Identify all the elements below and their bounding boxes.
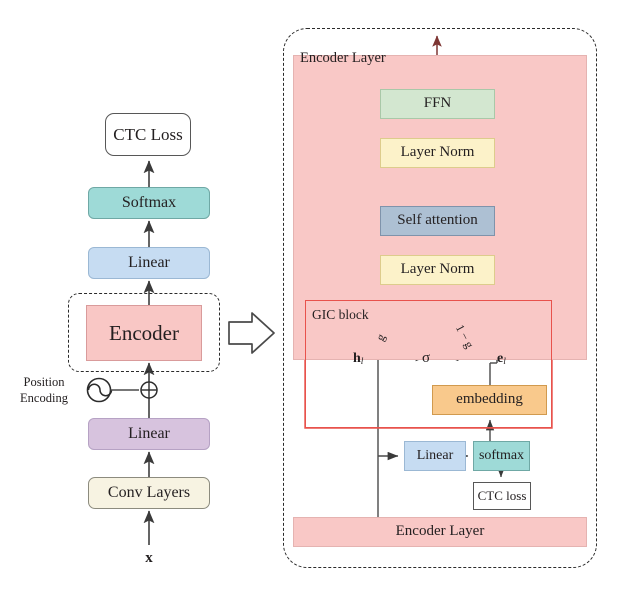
encoder-layer-top-label: Encoder Layer (300, 50, 386, 67)
right-block-ctc-loss[interactable]: CTC loss (473, 482, 531, 510)
gic-input-h-subscript: l (360, 357, 364, 367)
left-block-conv-layers[interactable]: Conv Layers (88, 477, 210, 509)
position-encoding-label-line2: Encoding (20, 391, 68, 405)
left-block-encoder[interactable]: Encoder (86, 305, 202, 361)
left-block-softmax[interactable]: Softmax (88, 187, 210, 219)
expand-right-arrow-icon (228, 312, 275, 354)
right-block-linear[interactable]: Linear (404, 441, 466, 471)
position-encoding-icon (86, 377, 139, 403)
right-block-self-attention[interactable]: Self attention (380, 206, 495, 236)
position-encoding-label: Position Encoding (8, 374, 80, 408)
encoder-layer-bottom[interactable]: Encoder Layer (293, 517, 587, 547)
gic-input-h-label: hl (353, 351, 363, 367)
right-block-embedding[interactable]: embedding (432, 385, 547, 415)
input-x-label: x (145, 550, 153, 567)
right-block-layer-norm-bottom[interactable]: Layer Norm (380, 255, 495, 285)
right-block-ffn[interactable]: FFN (380, 89, 495, 119)
gic-input-e-label: el (497, 351, 506, 367)
gic-block-label: GIC block (312, 306, 369, 322)
right-block-layer-norm-top[interactable]: Layer Norm (380, 138, 495, 168)
gic-input-e-subscript: l (503, 357, 506, 367)
left-block-linear-bottom[interactable]: Linear (88, 418, 210, 450)
gic-input-h-symbol: h (353, 351, 361, 366)
gic-sigmoid-label: σ (422, 350, 431, 366)
left-block-ctc-loss[interactable]: CTC Loss (105, 113, 191, 156)
right-block-softmax[interactable]: softmax (473, 441, 530, 471)
position-encoding-sum-icon (140, 381, 158, 399)
position-encoding-label-line1: Position (23, 375, 65, 390)
left-block-linear-top[interactable]: Linear (88, 247, 210, 279)
